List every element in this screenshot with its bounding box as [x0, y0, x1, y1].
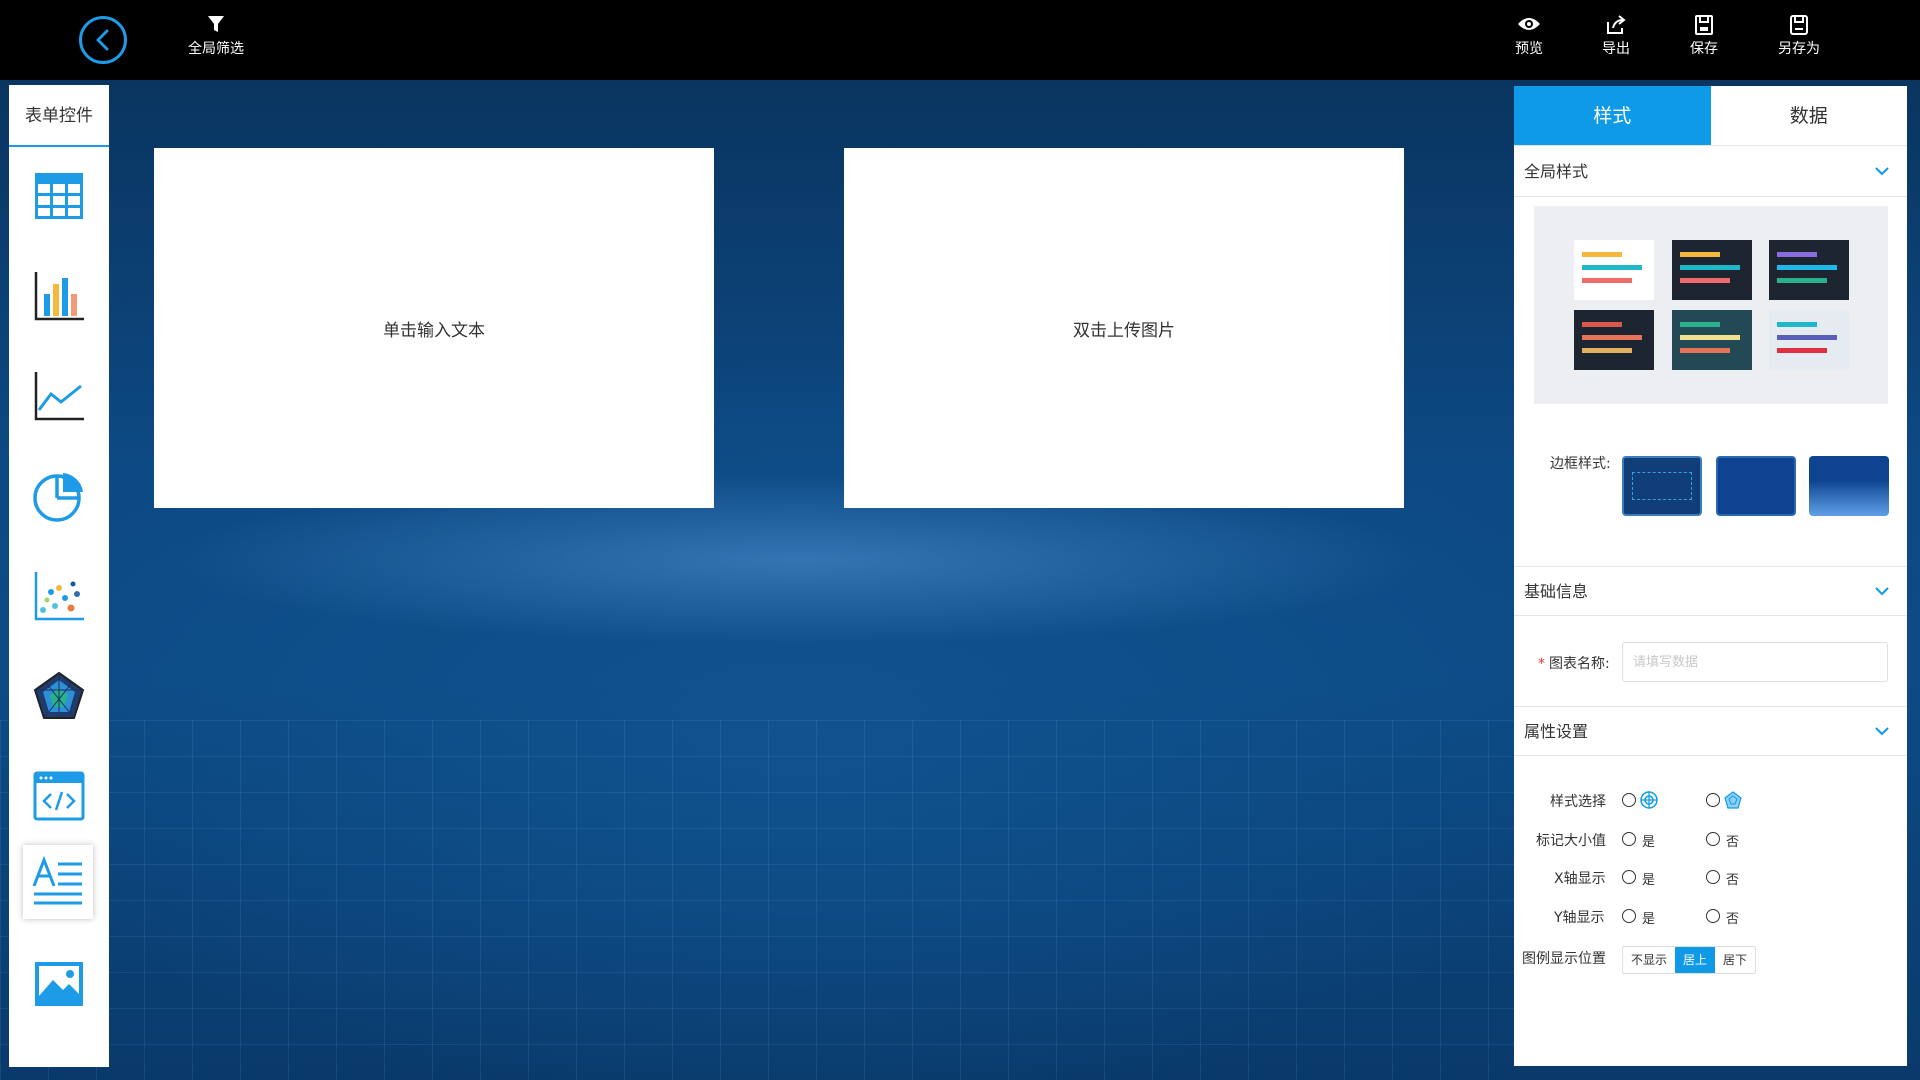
bar-chart-icon [34, 272, 84, 321]
mark-minmax-no-radio[interactable] [1706, 832, 1720, 846]
tab-style[interactable]: 样式 [1514, 86, 1711, 145]
x-axis-no-label: 否 [1726, 873, 1740, 888]
style-select-label: 样式选择 [1550, 794, 1606, 810]
chevron-down-icon [1875, 167, 1889, 176]
radar-chart-icon [33, 671, 85, 719]
scatter-chart-control[interactable] [22, 559, 96, 633]
theme-option-pale[interactable] [1769, 310, 1849, 370]
required-asterisk: * [1538, 656, 1545, 672]
filter-icon [184, 14, 248, 38]
theme-option-teal[interactable] [1672, 310, 1752, 370]
line-chart-control[interactable] [22, 359, 96, 433]
x-axis-label: X轴显示 [1554, 871, 1606, 887]
mark-minmax-yes-label: 是 [1642, 835, 1656, 850]
back-button[interactable] [79, 16, 127, 64]
eye-icon [1508, 14, 1550, 38]
theme-option-dark[interactable] [1672, 240, 1752, 300]
image-widget[interactable]: 双击上传图片 [844, 148, 1404, 508]
theme-option-light[interactable] [1574, 240, 1654, 300]
form-controls-title: 表单控件 [9, 85, 109, 147]
save-as-button[interactable]: 另存为 [1774, 14, 1824, 58]
legend-option-top[interactable]: 居上 [1675, 947, 1716, 973]
radar-circle-icon [1640, 791, 1658, 809]
mark-minmax-no-label: 否 [1726, 835, 1740, 850]
style-radio-2[interactable] [1706, 793, 1720, 807]
top-toolbar: 全局筛选 预览 导出 保存 另存为 [0, 0, 1920, 80]
line-chart-icon [34, 372, 84, 421]
legend-option-hide[interactable]: 不显示 [1623, 947, 1675, 973]
global-style-title: 全局样式 [1524, 162, 1589, 181]
properties-tabs: 样式 数据 [1514, 86, 1907, 146]
style-radio-1[interactable] [1622, 793, 1636, 807]
table-control[interactable] [22, 159, 96, 233]
y-axis-yes-label: 是 [1642, 912, 1656, 927]
preview-button[interactable]: 预览 [1508, 14, 1550, 58]
mark-minmax-label: 标记大小值 [1536, 833, 1606, 849]
pie-chart-control[interactable] [22, 459, 96, 533]
y-axis-no-radio[interactable] [1706, 909, 1720, 923]
properties-title: 属性设置 [1524, 722, 1589, 741]
legend-position-selector: 不显示 居上 居下 [1622, 946, 1757, 974]
image-icon [35, 962, 83, 1006]
global-filter-button[interactable]: 全局筛选 [184, 14, 248, 58]
global-filter-label: 全局筛选 [188, 41, 244, 57]
global-style-header[interactable]: 全局样式 [1514, 147, 1907, 197]
theme-selector [1534, 206, 1888, 404]
text-icon [32, 856, 82, 905]
mark-minmax-yes-radio[interactable] [1622, 832, 1636, 846]
save-as-icon [1774, 14, 1824, 38]
export-label: 导出 [1602, 41, 1630, 57]
x-axis-no-radio[interactable] [1706, 870, 1720, 884]
border-option-3[interactable] [1809, 456, 1889, 516]
tab-data[interactable]: 数据 [1711, 86, 1908, 145]
bar-chart-control[interactable] [22, 259, 96, 333]
text-control[interactable] [23, 845, 93, 919]
border-style-label: 边框样式: [1550, 456, 1611, 472]
share-export-icon [1595, 14, 1637, 38]
chevron-left-icon [96, 29, 109, 51]
legend-option-bottom[interactable]: 居下 [1715, 947, 1755, 973]
code-embed-control[interactable] [22, 759, 96, 833]
text-widget[interactable]: 单击输入文本 [154, 148, 714, 508]
radar-chart-control[interactable] [22, 659, 96, 733]
y-axis-no-label: 否 [1726, 912, 1740, 927]
y-axis-label: Y轴显示 [1554, 910, 1605, 926]
floppy-save-icon [1683, 14, 1725, 38]
theme-option-dark-warm[interactable] [1574, 310, 1654, 370]
scatter-chart-icon [34, 572, 84, 621]
save-label: 保存 [1690, 41, 1718, 57]
pie-chart-icon [33, 473, 83, 522]
export-button[interactable]: 导出 [1595, 14, 1637, 58]
table-icon [35, 173, 83, 219]
radar-polygon-icon [1724, 791, 1742, 809]
chart-name-label-text: 图表名称: [1549, 656, 1610, 672]
image-widget-placeholder: 双击上传图片 [1073, 320, 1175, 341]
theme-option-dark-purple[interactable] [1769, 240, 1849, 300]
preview-label: 预览 [1515, 41, 1543, 57]
chart-name-label: * 图表名称: [1538, 653, 1610, 673]
x-axis-yes-label: 是 [1642, 873, 1656, 888]
image-control[interactable] [22, 947, 96, 1021]
chevron-down-icon [1875, 727, 1889, 736]
code-embed-icon [33, 771, 85, 821]
chevron-down-icon [1875, 587, 1889, 596]
form-controls-panel: 表单控件 [9, 85, 109, 1067]
text-widget-placeholder: 单击输入文本 [383, 320, 485, 341]
background-grid-decoration [0, 720, 1520, 1080]
basic-info-title: 基础信息 [1524, 582, 1589, 601]
save-as-label: 另存为 [1778, 41, 1820, 57]
basic-info-header[interactable]: 基础信息 [1514, 566, 1907, 616]
legend-position-label: 图例显示位置 [1522, 951, 1606, 967]
properties-header[interactable]: 属性设置 [1514, 706, 1907, 756]
save-button[interactable]: 保存 [1683, 14, 1725, 58]
chart-name-input[interactable] [1622, 642, 1888, 682]
x-axis-yes-radio[interactable] [1622, 870, 1636, 884]
properties-panel: 样式 数据 全局样式 边框样式: 基础信息 * 图表名称: 请填写数据 属性设置… [1514, 86, 1907, 1066]
y-axis-yes-radio[interactable] [1622, 909, 1636, 923]
border-option-2[interactable] [1716, 456, 1796, 516]
border-option-1[interactable] [1622, 456, 1702, 516]
